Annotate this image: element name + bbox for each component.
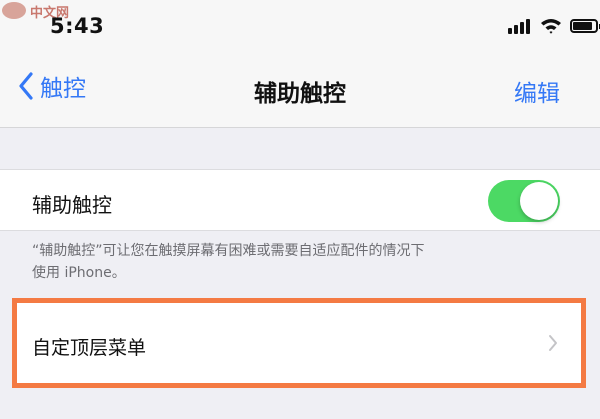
assistive-touch-footnote: “辅助触控”可让您在触摸屏幕有困难或需要自适应配件的情况下 使用 iPhone。 xyxy=(32,240,552,284)
edit-button[interactable]: 编辑 xyxy=(514,74,560,108)
customize-top-level-menu-label: 自定顶层菜单 xyxy=(32,337,147,359)
assistive-touch-label: 辅助触控 xyxy=(32,193,112,217)
navigation-bar: 触控 辅助触控 编辑 xyxy=(0,48,600,128)
footnote-line-1: “辅助触控”可让您在触摸屏幕有困难或需要自适应配件的情况下 xyxy=(32,243,425,259)
wifi-icon xyxy=(541,19,561,34)
signal-icon xyxy=(508,18,532,34)
settings-screen: 中文网 5:43 触控 辅助触控 编辑 辅助触控 “辅助触控”可让您在触摸屏幕有… xyxy=(0,0,600,419)
customize-top-level-menu-row[interactable]: 自定顶层菜单 xyxy=(14,302,586,384)
status-bar: 中文网 5:43 xyxy=(0,0,600,48)
section-spacer xyxy=(0,129,600,169)
toggle-knob xyxy=(520,182,558,220)
chevron-right-icon xyxy=(549,335,557,351)
assistive-touch-toggle[interactable] xyxy=(488,180,560,222)
assistive-touch-row: 辅助触控 xyxy=(0,169,600,231)
battery-icon xyxy=(570,19,600,33)
bottom-background xyxy=(0,389,600,419)
page-title: 辅助触控 xyxy=(254,81,346,107)
footnote-line-2: 使用 iPhone。 xyxy=(32,265,126,281)
watermark-logo-icon xyxy=(2,2,26,19)
status-time: 5:43 xyxy=(50,14,105,38)
